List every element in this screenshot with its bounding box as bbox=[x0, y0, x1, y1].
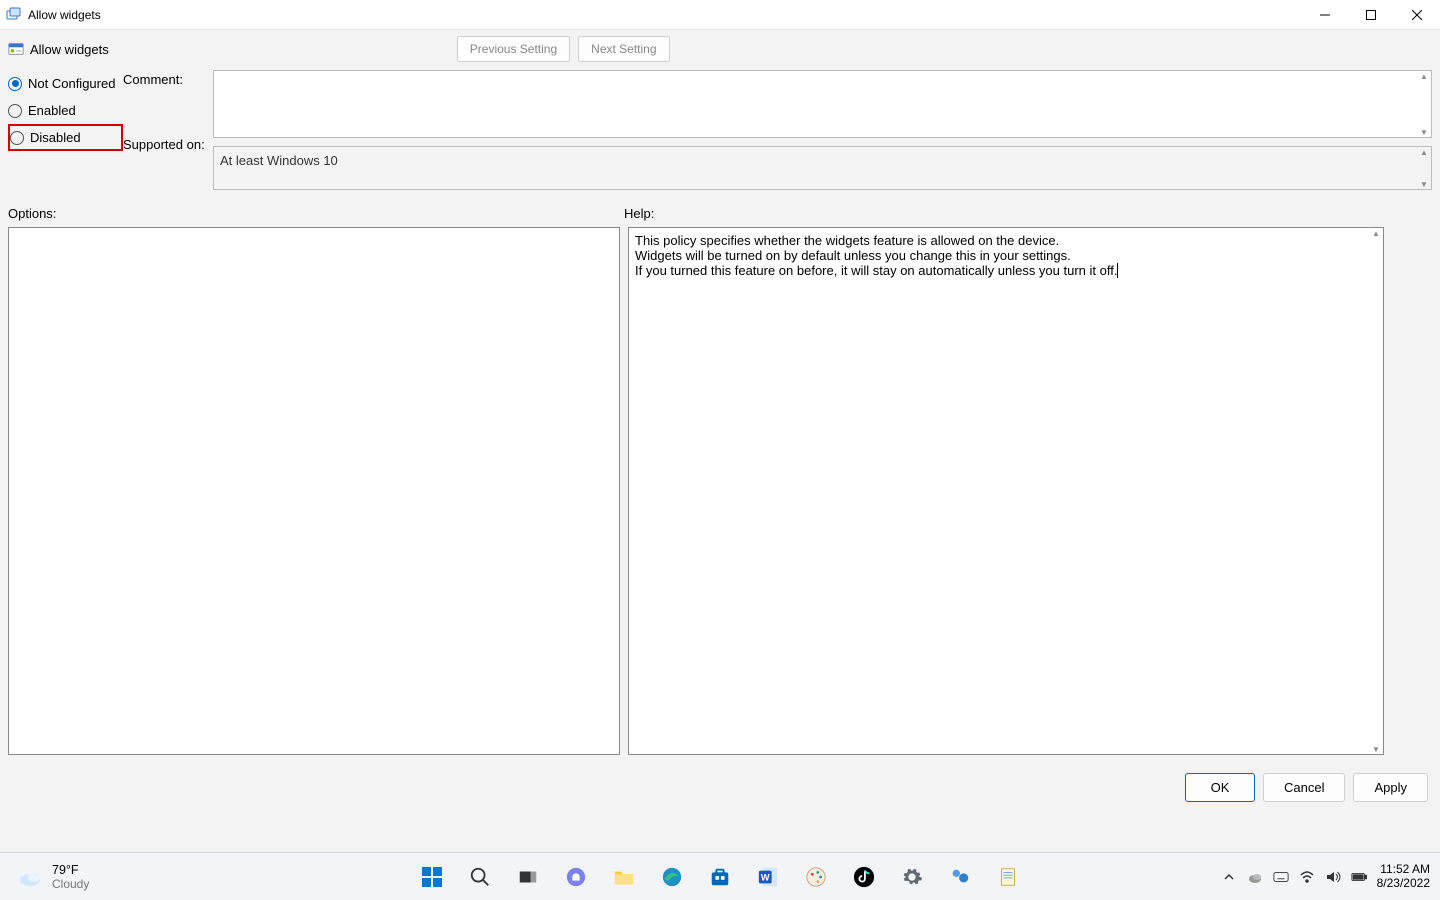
time: 11:52 AM bbox=[1377, 863, 1430, 877]
taskbar-center: W bbox=[412, 857, 1028, 897]
taskbar: 79°F Cloudy W bbox=[0, 852, 1440, 900]
start-button[interactable] bbox=[412, 857, 452, 897]
comment-label: Comment: bbox=[123, 72, 213, 87]
word-icon[interactable]: W bbox=[748, 857, 788, 897]
radio-label: Enabled bbox=[28, 103, 76, 118]
system-tray: 11:52 AM 8/23/2022 bbox=[1221, 863, 1430, 891]
task-view-icon[interactable] bbox=[508, 857, 548, 897]
options-pane bbox=[8, 227, 620, 755]
titlebar-left: Allow widgets bbox=[0, 7, 101, 23]
supported-field: At least Windows 10 ▲ ▼ bbox=[213, 146, 1432, 190]
supported-label: Supported on: bbox=[123, 137, 213, 152]
scroll-down-icon[interactable]: ▼ bbox=[1417, 127, 1431, 137]
panes: This policy specifies whether the widget… bbox=[0, 227, 1440, 755]
setting-heading: Allow widgets bbox=[8, 41, 109, 57]
options-label: Options: bbox=[8, 206, 624, 221]
services-icon[interactable] bbox=[940, 857, 980, 897]
pane-labels: Options: Help: bbox=[0, 194, 1440, 227]
weather-text: 79°F Cloudy bbox=[52, 863, 89, 891]
setting-title: Allow widgets bbox=[30, 42, 109, 57]
close-button[interactable] bbox=[1394, 0, 1440, 30]
window-controls bbox=[1302, 0, 1440, 30]
ok-button[interactable]: OK bbox=[1185, 773, 1255, 802]
setting-icon bbox=[8, 41, 24, 57]
radio-dot-icon bbox=[10, 131, 24, 145]
gpo-editor-window: Allow widgets Allow widgets Previous Set… bbox=[0, 0, 1440, 900]
keyboard-icon[interactable] bbox=[1273, 869, 1289, 885]
date: 8/23/2022 bbox=[1377, 877, 1430, 891]
toolbar: Allow widgets Previous Setting Next Sett… bbox=[0, 30, 1440, 68]
settings-icon[interactable] bbox=[892, 857, 932, 897]
radio-enabled[interactable]: Enabled bbox=[8, 97, 123, 124]
cloud-icon bbox=[16, 863, 44, 891]
next-setting-button[interactable]: Next Setting bbox=[578, 36, 669, 62]
help-label: Help: bbox=[624, 206, 654, 221]
wifi-icon[interactable] bbox=[1299, 869, 1315, 885]
policy-icon bbox=[6, 7, 22, 23]
cancel-button[interactable]: Cancel bbox=[1263, 773, 1345, 802]
chat-icon[interactable] bbox=[556, 857, 596, 897]
store-icon[interactable] bbox=[700, 857, 740, 897]
titlebar: Allow widgets bbox=[0, 0, 1440, 30]
scroll-down-icon[interactable]: ▼ bbox=[1417, 179, 1431, 189]
supported-value: At least Windows 10 bbox=[214, 147, 1431, 174]
comment-field[interactable]: ▲ ▼ bbox=[213, 70, 1432, 138]
radio-label: Disabled bbox=[30, 130, 81, 145]
maximize-button[interactable] bbox=[1348, 0, 1394, 30]
tray-chevron-icon[interactable] bbox=[1221, 869, 1237, 885]
scroll-up-icon[interactable]: ▲ bbox=[1417, 147, 1431, 157]
previous-setting-button[interactable]: Previous Setting bbox=[457, 36, 570, 62]
radio-disabled[interactable]: Disabled bbox=[8, 124, 123, 151]
dialog-buttons: OK Cancel Apply bbox=[0, 755, 1440, 802]
radio-dot-icon bbox=[8, 104, 22, 118]
weather-temp: 79°F bbox=[52, 863, 89, 877]
volume-icon[interactable] bbox=[1325, 869, 1341, 885]
radio-not-configured[interactable]: Not Configured bbox=[8, 70, 123, 97]
scroll-up-icon[interactable]: ▲ bbox=[1369, 228, 1383, 238]
weather-widget[interactable]: 79°F Cloudy bbox=[0, 863, 89, 891]
minimize-button[interactable] bbox=[1302, 0, 1348, 30]
help-pane: This policy specifies whether the widget… bbox=[628, 227, 1384, 755]
weather-cond: Cloudy bbox=[52, 877, 89, 891]
battery-icon[interactable] bbox=[1351, 869, 1367, 885]
help-text[interactable]: This policy specifies whether the widget… bbox=[629, 228, 1383, 285]
state-radios: Not Configured Enabled Disabled bbox=[8, 70, 123, 190]
field-labels: Comment: Supported on: bbox=[123, 70, 213, 190]
edge-icon[interactable] bbox=[652, 857, 692, 897]
paint-icon[interactable] bbox=[796, 857, 836, 897]
apply-button[interactable]: Apply bbox=[1353, 773, 1428, 802]
comment-value bbox=[214, 71, 1431, 83]
search-icon[interactable] bbox=[460, 857, 500, 897]
clock[interactable]: 11:52 AM 8/23/2022 bbox=[1377, 863, 1430, 891]
notepad-icon[interactable] bbox=[988, 857, 1028, 897]
tiktok-icon[interactable] bbox=[844, 857, 884, 897]
file-explorer-icon[interactable] bbox=[604, 857, 644, 897]
radio-label: Not Configured bbox=[28, 76, 115, 91]
config-area: Not Configured Enabled Disabled Comment:… bbox=[0, 68, 1440, 194]
nav-buttons: Previous Setting Next Setting bbox=[457, 36, 670, 62]
window-title: Allow widgets bbox=[28, 8, 101, 22]
field-values: ▲ ▼ At least Windows 10 ▲ ▼ bbox=[213, 70, 1432, 190]
scroll-down-icon[interactable]: ▼ bbox=[1369, 744, 1383, 754]
radio-dot-icon bbox=[8, 77, 22, 91]
scroll-up-icon[interactable]: ▲ bbox=[1417, 71, 1431, 81]
svg-text:W: W bbox=[761, 872, 770, 882]
onedrive-icon[interactable] bbox=[1247, 869, 1263, 885]
